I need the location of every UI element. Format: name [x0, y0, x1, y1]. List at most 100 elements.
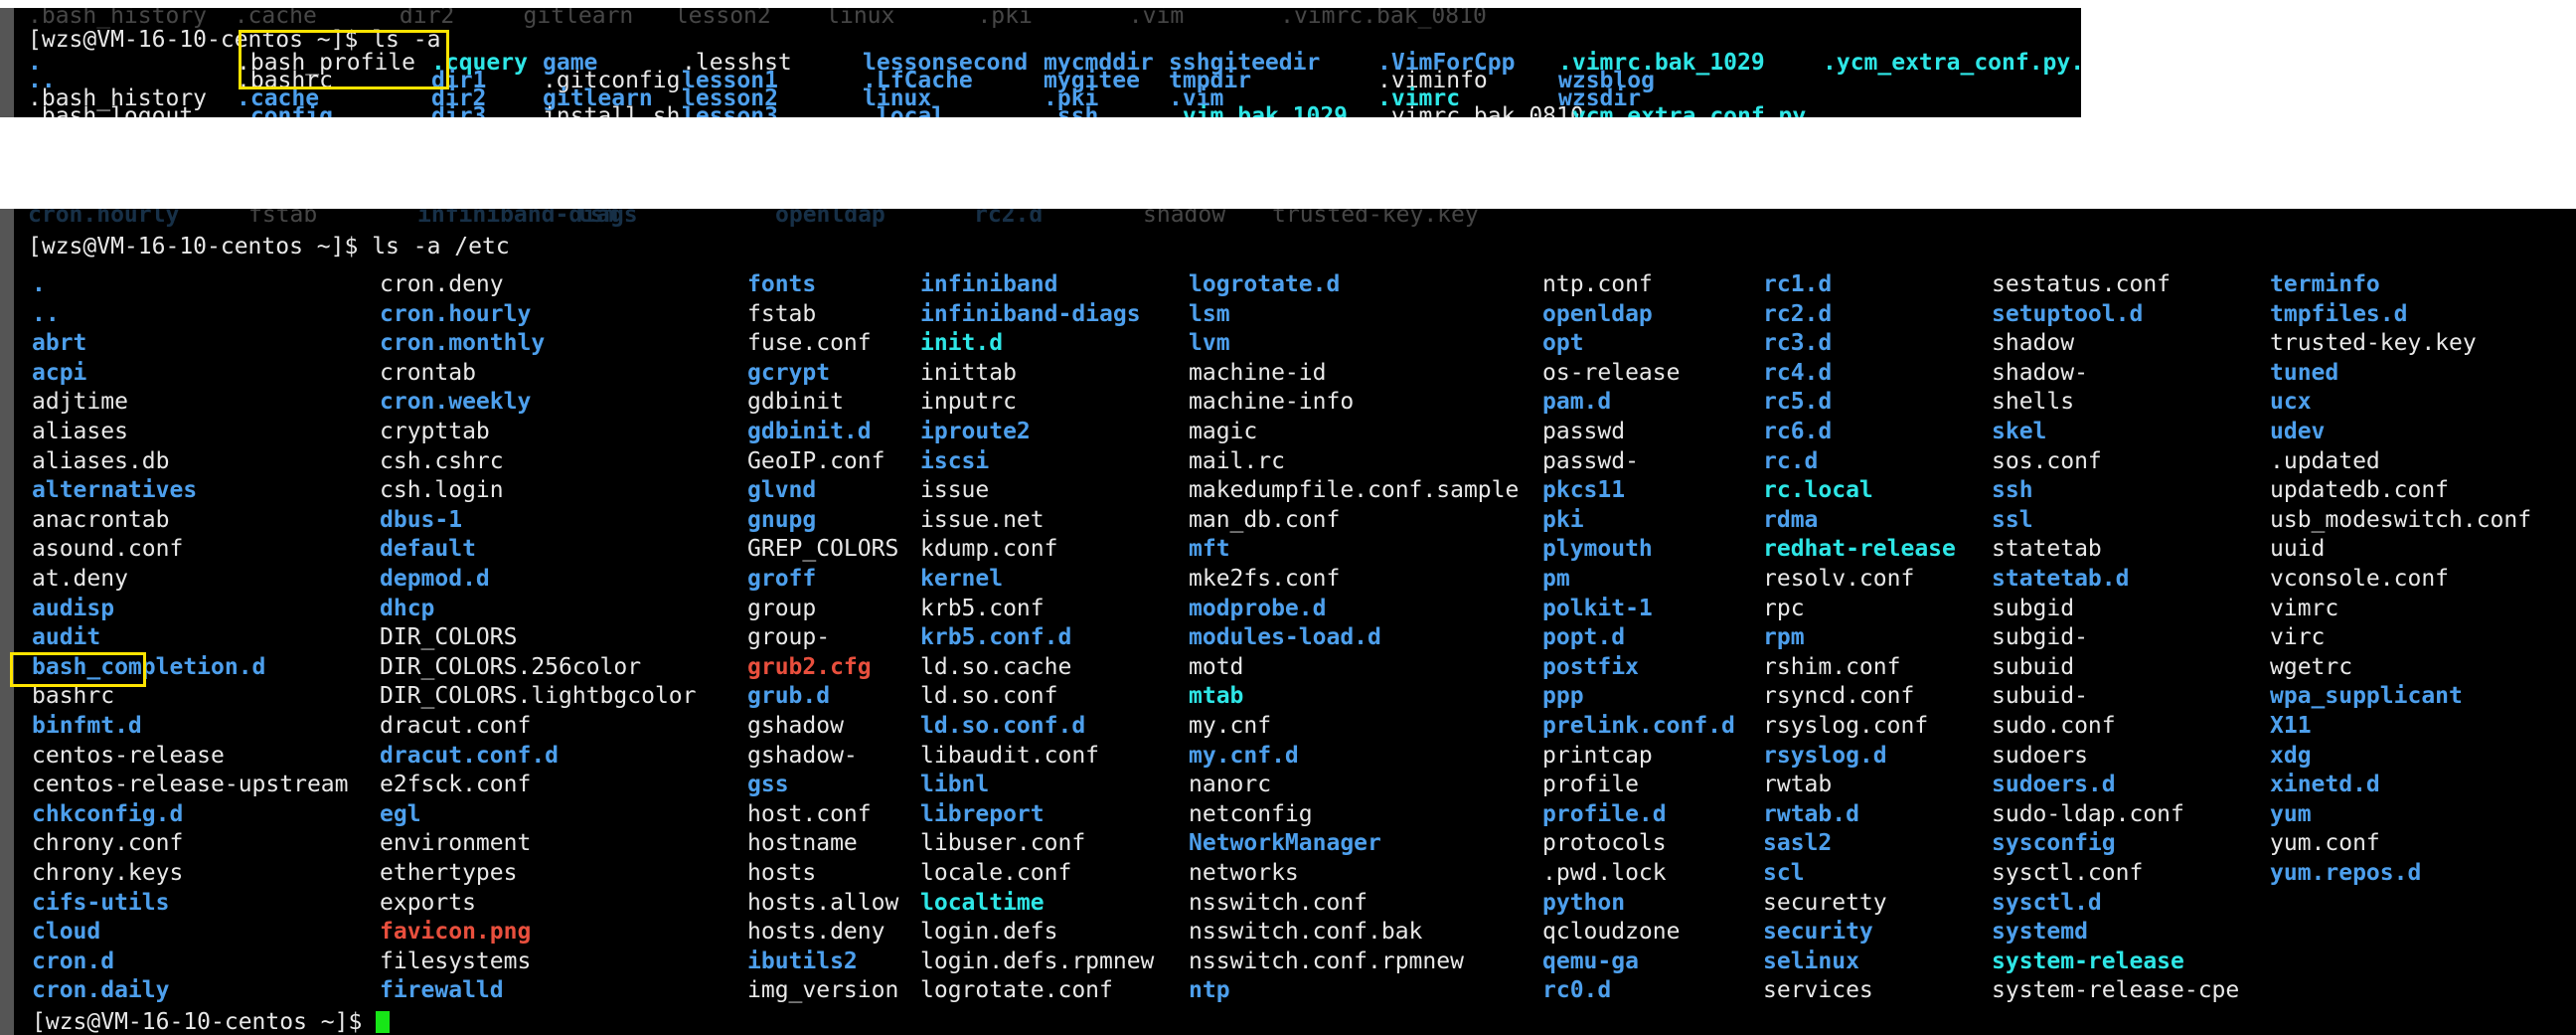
listing-entry: centos-release — [32, 743, 225, 769]
listing-entry: libnl — [920, 772, 990, 797]
listing-entry: DIR_COLORS.256color — [380, 654, 642, 680]
listing-entry: pkcs11 — [1542, 477, 1626, 503]
listing-entry: dir3 — [431, 103, 487, 117]
listing-entry: gdbinit.d — [747, 419, 872, 444]
listing-entry: dbus-1 — [380, 507, 463, 533]
listing-entry: hosts.allow — [747, 890, 899, 916]
listing-entry: gss — [747, 772, 789, 797]
listing-entry: mail.rc — [1189, 448, 1285, 474]
listing-entry: dracut.conf.d — [380, 743, 560, 769]
shell-prompt: [wzs@VM-16-10-centos ~]$ — [32, 1009, 377, 1035]
listing-entry: audisp — [32, 596, 115, 621]
listing-entry: .ycm_extra_conf.py.bak_1029 — [1823, 50, 2081, 76]
listing-entry: virc — [2270, 624, 2326, 650]
listing-entry: .config — [237, 103, 333, 117]
listing-entry: nsswitch.conf.bak — [1189, 919, 1423, 945]
listing-entry: .vimrc.bak_0810 — [1377, 103, 1584, 117]
listing-entry: terminfo — [2270, 271, 2380, 297]
listing-entry: usb_modeswitch.conf — [2270, 507, 2532, 533]
listing-entry: chrony.keys — [32, 860, 184, 886]
listing-entry: libaudit.conf — [920, 743, 1100, 769]
listing-entry: openldap — [1542, 301, 1653, 327]
listing-entry: locale.conf — [920, 860, 1072, 886]
listing-entry: system-release-cpe — [1992, 977, 2240, 1003]
listing-entry: tuned — [2270, 360, 2339, 386]
listing-entry: protocols — [1542, 830, 1667, 856]
listing-entry: anacrontab — [32, 507, 170, 533]
listing-entry: vconsole.conf — [2270, 566, 2450, 592]
listing-entry: rdma — [1763, 507, 1819, 533]
listing-entry: chrony.conf — [32, 830, 184, 856]
listing-entry: chkconfig.d — [32, 801, 184, 827]
listing-entry: e2fsck.conf — [380, 772, 532, 797]
listing-entry: egl — [380, 801, 421, 827]
listing-entry: services — [1763, 977, 1873, 1003]
listing-entry: rc4.d — [1763, 360, 1833, 386]
listing-entry: wpa_supplicant — [2270, 683, 2463, 709]
listing-entry: GeoIP.conf — [747, 448, 886, 474]
listing-entry: sudo-ldap.conf — [1992, 801, 2184, 827]
listing-entry: mtab — [1189, 683, 1244, 709]
listing-entry: acpi — [32, 360, 87, 386]
listing-entry: img_version — [747, 977, 899, 1003]
listing-entry: bash_completion.d — [32, 654, 266, 680]
listing-entry: crypttab — [380, 419, 490, 444]
listing-entry: lesson3 — [682, 103, 778, 117]
terminal-window-etc[interactable]: cron.hourly fstab infiniband-diags lsm openl… — [0, 209, 2576, 1035]
listing-entry: .ycm_extra_conf.py — [1558, 103, 1807, 117]
listing-entry: nsswitch.conf.rpmnew — [1189, 949, 1464, 974]
listing-entry: passwd — [1542, 419, 1626, 444]
listing-entry: grub2.cfg — [747, 654, 872, 680]
terminal-scrollbar-gutter-bottom[interactable] — [0, 209, 14, 1035]
listing-entry: gshadow — [747, 713, 844, 739]
listing-entry: .updated — [2270, 448, 2380, 474]
listing-entry: python — [1542, 890, 1626, 916]
listing-entry: system-release — [1992, 949, 2184, 974]
listing-entry: setuptool.d — [1992, 301, 2144, 327]
terminal-scrollbar-gutter-top[interactable] — [0, 8, 14, 117]
listing-entry: rwtab — [1763, 772, 1833, 797]
listing-entry: infiniband — [920, 271, 1058, 297]
listing-entry: init.d — [920, 330, 1004, 356]
listing-entry: nanorc — [1189, 772, 1272, 797]
listing-entry: krb5.conf.d — [920, 624, 1072, 650]
listing-entry: centos-release-upstream — [32, 772, 349, 797]
listing-entry: subgid- — [1992, 624, 2088, 650]
listing-entry: .vim.bak_1029 — [1169, 103, 1349, 117]
listing-entry: crontab — [380, 360, 476, 386]
listing-entry: gcrypt — [747, 360, 831, 386]
listing-entry: tmpfiles.d — [2270, 301, 2408, 327]
listing-entry: profile.d — [1542, 801, 1667, 827]
listing-entry: NetworkManager — [1189, 830, 1381, 856]
listing-entry: makedumpfile.conf.sample — [1189, 477, 1520, 503]
listing-entry: csh.login — [380, 477, 504, 503]
listing-entry: modprobe.d — [1189, 596, 1327, 621]
listing-entry: statetab — [1992, 536, 2102, 562]
listing-entry: sysctl.d — [1992, 890, 2102, 916]
listing-entry: prelink.conf.d — [1542, 713, 1735, 739]
listing-entry: glvnd — [747, 477, 817, 503]
listing-entry: inittab — [920, 360, 1017, 386]
listing-entry: rshim.conf — [1763, 654, 1901, 680]
listing-entry: libuser.conf — [920, 830, 1086, 856]
listing-entry: resolv.conf — [1763, 566, 1915, 592]
listing-entry: yum — [2270, 801, 2312, 827]
listing-entry: lsm — [1189, 301, 1230, 327]
listing-entry: sasl2 — [1763, 830, 1833, 856]
listing-entry: polkit-1 — [1542, 596, 1653, 621]
listing-entry: group — [747, 596, 817, 621]
listing-entry: binfmt.d — [32, 713, 142, 739]
listing-entry: nsswitch.conf — [1189, 890, 1368, 916]
listing-entry: rc.local — [1763, 477, 1873, 503]
listing-entry: abrt — [32, 330, 87, 356]
listing-entry: issue.net — [920, 507, 1045, 533]
listing-entry: rpm — [1763, 624, 1805, 650]
listing-entry: vimrc — [2270, 596, 2339, 621]
terminal-window-home[interactable]: .bash_history .cache dir2 gitlearn lesso… — [0, 8, 2081, 117]
listing-entry: sestatus.conf — [1992, 271, 2172, 297]
listing-entry: login.defs — [920, 919, 1058, 945]
listing-entry: exports — [380, 890, 476, 916]
listing-entry: netconfig — [1189, 801, 1313, 827]
listing-entry: fonts — [747, 271, 817, 297]
listing-entry: X11 — [2270, 713, 2312, 739]
